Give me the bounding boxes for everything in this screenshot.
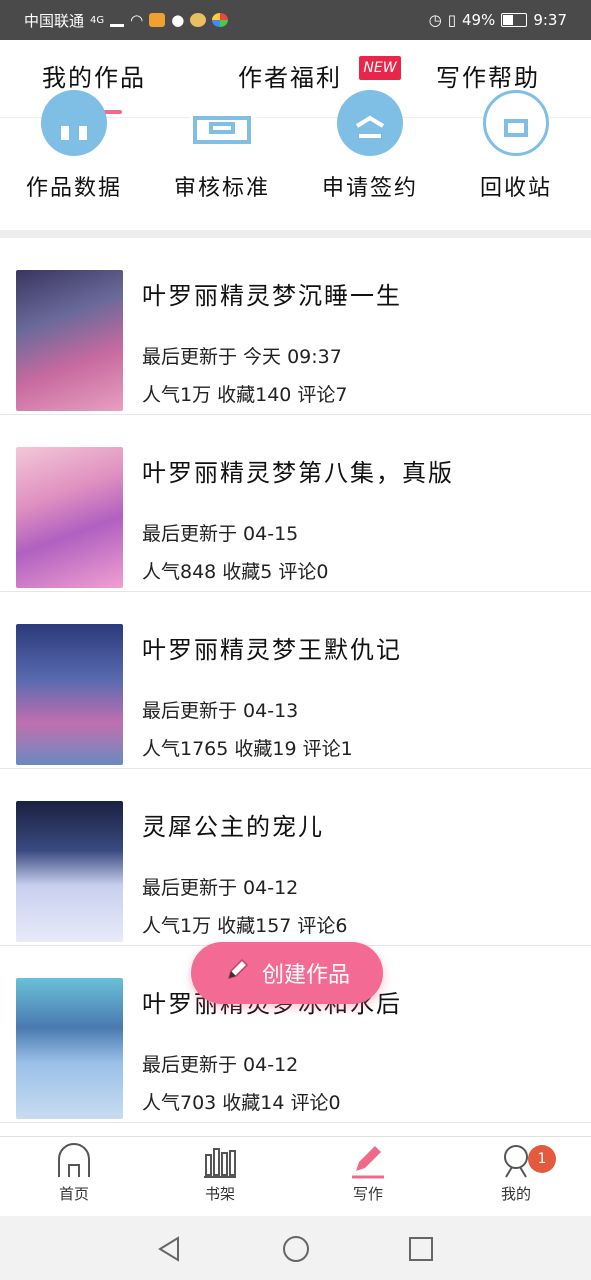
work-cover (16, 978, 123, 1119)
work-updated: 最后更新于 04-15 (142, 523, 299, 545)
nav-label: 书架 (204, 1185, 235, 1203)
back-icon[interactable] (154, 1234, 184, 1264)
work-title: 叶罗丽精灵梦第八集，真版 (142, 459, 454, 487)
new-badge: NEW (359, 56, 401, 80)
work-stats: 人气1万 收藏140 评论7 (142, 384, 348, 406)
quick-item-recycle-bin[interactable]: 回收站 (456, 90, 576, 202)
work-updated: 最后更新于 今天 09:37 (142, 346, 342, 368)
nav-write[interactable]: 写作 (318, 1143, 418, 1204)
system-nav-bar (0, 1216, 591, 1280)
quick-item-apply-contract[interactable]: 申请签约 (310, 90, 430, 202)
notification-icon (190, 13, 207, 27)
quick-actions: 作品数据 审核标准 申请签约 回收站 (0, 90, 591, 230)
home-circle-icon[interactable] (281, 1234, 311, 1264)
work-title: 叶罗丽精灵梦沉睡一生 (142, 282, 402, 310)
work-stats: 人气848 收藏5 评论0 (142, 561, 329, 583)
work-title: 叶罗丽精灵梦王默仇记 (142, 636, 402, 664)
clock: 9:37 (533, 11, 567, 29)
sign-icon (337, 90, 403, 156)
work-cover (16, 801, 123, 942)
quick-label: 作品数据 (25, 176, 122, 201)
notification-badge: 1 (528, 1145, 556, 1173)
work-cover (16, 447, 123, 588)
work-stats: 人气703 收藏14 评论0 (142, 1092, 341, 1114)
bottom-nav: 首页 书架 写作 我的 1 (0, 1136, 591, 1216)
nav-label: 写作 (352, 1185, 383, 1203)
status-bar: 中国联通 4G ◠ ● ◷ ▯ 49% 9:37 (0, 0, 591, 40)
work-row[interactable]: 叶罗丽精灵梦沉睡一生 最后更新于 今天 09:37 人气1万 收藏140 评论7 (0, 238, 591, 415)
signal-icon (110, 14, 125, 27)
pencil-icon (224, 957, 250, 989)
nav-label: 我的 (500, 1185, 531, 1203)
work-stats: 人气1765 收藏19 评论1 (142, 738, 353, 760)
tab-writing-help[interactable]: 写作帮助 (436, 58, 540, 93)
work-row[interactable]: 灵犀公主的宠儿 最后更新于 04-12 人气1万 收藏157 评论6 (0, 769, 591, 946)
tab-my-works[interactable]: 我的作品 (42, 58, 146, 93)
trash-icon (483, 90, 549, 156)
work-title: 灵犀公主的宠儿 (142, 813, 324, 841)
section-divider (0, 230, 591, 238)
nav-bookshelf[interactable]: 书架 (170, 1143, 270, 1204)
work-updated: 最后更新于 04-13 (142, 700, 299, 722)
quick-item-review-standards[interactable]: 审核标准 (162, 90, 282, 202)
quick-label: 申请签约 (321, 176, 418, 201)
alarm-icon: ◷ (428, 11, 442, 29)
message-icon: ● (171, 11, 185, 29)
app-icon (212, 13, 229, 27)
battery-percent: 49% (461, 11, 496, 29)
quick-label: 回收站 (479, 176, 552, 201)
app-notification-icon (149, 13, 166, 27)
vibrate-icon: ▯ (447, 11, 456, 29)
work-stats: 人气1万 收藏157 评论6 (142, 915, 348, 937)
quick-label: 审核标准 (173, 176, 270, 201)
battery-icon (501, 13, 528, 27)
work-cover (16, 270, 123, 411)
work-updated: 最后更新于 04-12 (142, 1054, 299, 1076)
nav-label: 首页 (58, 1185, 89, 1203)
recents-icon[interactable] (406, 1234, 436, 1264)
nav-home[interactable]: 首页 (24, 1143, 124, 1204)
work-cover (16, 624, 123, 765)
work-updated: 最后更新于 04-12 (142, 877, 299, 899)
work-row[interactable]: 叶罗丽精灵梦第八集，真版 最后更新于 04-15 人气848 收藏5 评论0 (0, 415, 591, 592)
home-icon (58, 1143, 90, 1177)
create-work-label: 创建作品 (261, 963, 350, 988)
chart-icon (41, 90, 107, 156)
tab-author-benefits[interactable]: 作者福利 (238, 58, 342, 93)
pen-icon (352, 1146, 384, 1179)
review-icon (189, 90, 255, 156)
wifi-icon: ◠ (130, 11, 144, 29)
carrier-label: 中国联通 (24, 11, 85, 30)
bookshelf-icon (204, 1148, 236, 1178)
work-row[interactable]: 叶罗丽精灵梦王默仇记 最后更新于 04-13 人气1765 收藏19 评论1 (0, 592, 591, 769)
nav-me[interactable]: 我的 1 (466, 1143, 566, 1204)
create-work-button[interactable]: 创建作品 (191, 942, 383, 1004)
network-label: 4G (90, 14, 105, 26)
quick-item-work-data[interactable]: 作品数据 (14, 90, 134, 202)
